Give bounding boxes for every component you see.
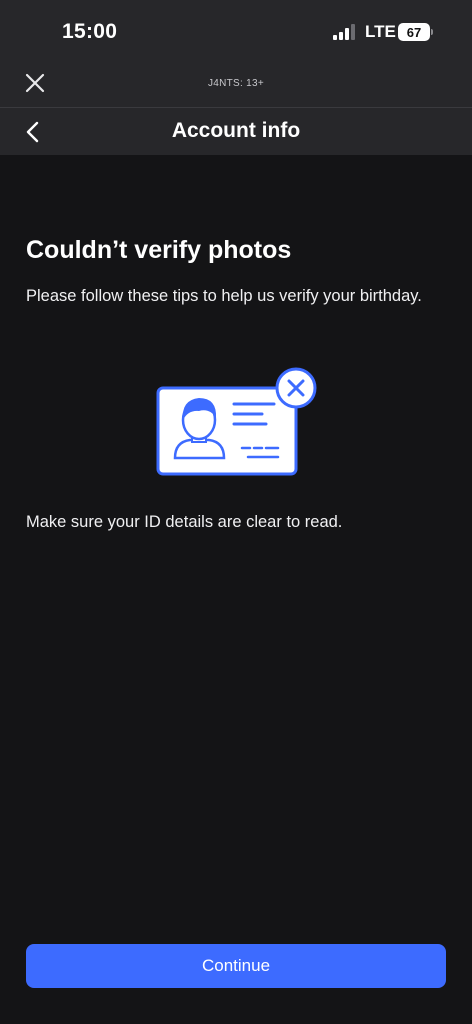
battery-level: 67	[406, 24, 422, 40]
status-time: 15:00	[62, 20, 118, 43]
nav-bar: Account info	[0, 108, 472, 155]
network-type: LTE	[365, 22, 396, 41]
webview-bar: J4NTS: 13+	[0, 62, 472, 107]
page-title: Account info	[171, 119, 301, 142]
battery-icon: 67	[398, 23, 430, 41]
instructions-text: Please follow these tips to help us veri…	[26, 287, 422, 305]
tip-text: Make sure your ID details are clear to r…	[26, 513, 343, 531]
error-heading: Couldn’t verify photos	[26, 236, 292, 264]
status-bar: 15:00 LTE 67	[0, 0, 472, 62]
continue-button[interactable]: Continue	[26, 944, 446, 988]
signal-icon	[333, 24, 355, 40]
battery-tip	[431, 29, 433, 35]
id-card-error-icon	[156, 367, 317, 476]
webview-title: J4NTS: 13+	[207, 78, 265, 89]
